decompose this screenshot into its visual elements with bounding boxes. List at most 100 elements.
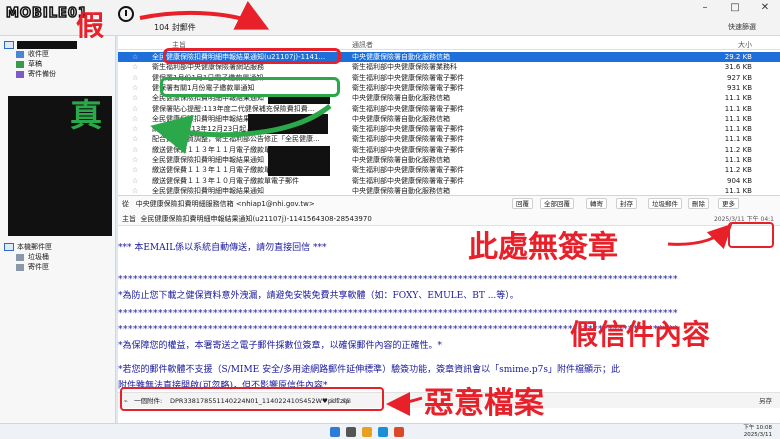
message-from: 中央健康保險署自動化服務信箱 [352,114,450,123]
message-from: 衛生福利部中央健康保險署電子郵件 [352,135,464,144]
browser-icon[interactable] [378,427,388,437]
close-button[interactable]: ✕ [750,2,780,18]
message-size: 29.2 KB [724,53,752,61]
message-row[interactable]: ☆ 繳送健保費１１３年１０月電子繳款單電子郵件 衛生福利部中央健康保險署電子郵件 90… [118,176,780,186]
message-row[interactable]: ☆ 配合員工工資調整，衛生福利部公告修正「全民健康... 衛生福利部中央健康保險署電… [118,134,780,144]
clock-date: 2025/3/11 [743,432,772,438]
star-icon[interactable]: ☆ [132,134,142,144]
star-icon[interactable]: ☆ [132,83,142,93]
body-separator: ****************************************… [118,309,678,319]
reply-button[interactable]: 回覆 [512,198,533,209]
redacted-account-name [17,41,77,49]
star-icon[interactable]: ☆ [132,145,142,155]
message-size: 11.1 KB [724,156,752,164]
drafts-icon [16,60,24,68]
trash-icon [16,253,24,261]
column-subject[interactable]: 主旨 [172,40,186,50]
body-line-auto-notice: *** 本EMAIL係以系統自動傳送，請勿直接回信 *** [118,243,327,253]
message-count: 104 封郵件 [154,23,196,32]
folder-outbox[interactable]: 寄件匣 [16,262,49,272]
archive-button[interactable]: 封存 [616,198,637,209]
message-size: 31.6 KB [724,63,752,72]
body-line-smime: *若您的郵件軟體不支援（S/MIME 安全/多用途網路郵件延伸標準）驗簽功能，簽… [118,365,621,375]
star-icon[interactable]: ☆ [132,114,142,124]
star-icon[interactable]: ☆ [132,73,142,83]
outbox-icon [16,263,24,271]
message-size: 927 KB [727,73,752,82]
message-from: 衛生福利部中央健康保險署電子郵件 [352,73,464,82]
redacted-folder-list [8,96,112,236]
mail-app-icon[interactable] [394,427,404,437]
body-line-signature: *為保障您的權益，本署寄送之電子郵件採數位簽章，以確保郵件內容的正確性。* [118,341,443,351]
star-icon[interactable]: ☆ [132,62,142,72]
message-size: 11.2 KB [724,166,752,175]
folder-drafts[interactable]: 草稿 [16,59,42,69]
explorer-icon[interactable] [362,427,372,437]
attachment-bar[interactable]: ⌁ 一個附件: DPR338178551140224N01_114022410S… [118,392,780,408]
star-icon[interactable]: ☆ [132,52,142,62]
system-clock[interactable]: 下午 10:08 2025/3/11 [743,425,772,439]
column-from[interactable]: 通訊者 [352,40,373,50]
message-row[interactable]: ☆ 全民健康保險扣費明細申報結果通知 中央健康保險署自動化服務信箱 11.1 KB [118,93,780,103]
quick-filter-button[interactable]: 快速篩選 [728,22,756,32]
message-row[interactable]: ☆ 全民健康保險扣費明細申報結果通知 中央健康保險署自動化服務信箱 11.1 KB [118,155,780,165]
message-row[interactable]: ☆ 健保署1月份1月1日電子繳款單通知 衛生福利部中央健康保險署電子郵件 927 KB [118,73,780,83]
inbox-icon [16,50,24,58]
maximize-button[interactable]: □ [720,2,750,18]
star-icon[interactable]: ☆ [132,155,142,165]
message-row[interactable]: ☆ 衛生福利部中央健康保險署網站服務 衛生福利部中央健康保險署業務科 31.6 KB [118,62,780,72]
folder-trash[interactable]: 垃圾桶 [16,252,49,262]
start-icon[interactable] [330,427,340,437]
taskbar: 下午 10:08 2025/3/11 [0,423,780,439]
message-body: *** 本EMAIL係以系統自動傳送，請勿直接回信 *** **********… [118,226,780,394]
local-folders-label: 本機郵件匣 [17,243,52,251]
folder-label: 寄件備份 [28,70,56,78]
message-from: 中央健康保險署自動化服務信箱 [352,156,450,164]
message-row[interactable]: ☆ 健保署有關1月份電子繳款單通知 衛生福利部中央健康保險署電子郵件 931 KB [118,83,780,93]
message-row[interactable]: ☆ 全民健康保險扣費明細申報結果通知 中央健康保險署自動化服務信箱 11.1 KB [118,114,780,124]
folder-inbox[interactable]: 收件匣 [16,49,49,59]
message-from: 衛生福利部中央健康保險署業務科 [352,63,457,72]
star-icon[interactable]: ☆ [132,124,142,134]
star-icon[interactable]: ☆ [132,165,142,175]
column-size[interactable]: 大小 [738,40,752,50]
folder-label: 垃圾桶 [28,253,49,261]
message-row[interactable]: ☆ 網路申辦【113年12月23日起，全民健康保... 衛生福利部中央健康保險署電子… [118,124,780,134]
star-icon[interactable]: ☆ [132,176,142,186]
body-line-warning: *為防止您下載之健保資料意外洩漏，請避免安裝免費共享軟體（如：FOXY、EMUL… [118,291,519,301]
body-separator: ****************************************… [118,325,678,335]
search-icon[interactable] [346,427,356,437]
folder-icon [4,243,14,251]
folder-sent[interactable]: 寄件備份 [16,69,56,79]
clock-time: 下午 10:08 [743,425,772,431]
message-from: 衛生福利部中央健康保險署電子郵件 [352,145,464,154]
folder-label: 草稿 [28,60,42,68]
message-from: 中央健康保險署自動化服務信箱 [352,94,450,103]
message-size: 11.1 KB [724,104,752,113]
junk-button[interactable]: 垃圾郵件 [648,198,682,209]
more-button[interactable]: 更多 [718,198,739,209]
attachment-filename[interactable]: DPR338178551140224N01_114022410S452W♥pdf… [170,393,349,409]
minimize-button[interactable]: – [690,2,720,18]
message-size: 11.1 KB [724,114,752,123]
from-value[interactable]: 中央健康保險扣費明細服務信箱 <nhiap1@nhi.gov.tw> [136,200,315,208]
from-field: 從 中央健康保險扣費明細服務信箱 <nhiap1@nhi.gov.tw> [122,199,315,209]
message-from: 衛生福利部中央健康保險署電子郵件 [352,176,464,185]
delete-button[interactable]: 刪除 [688,198,709,209]
star-icon[interactable]: ☆ [132,93,142,103]
save-attachment-button[interactable]: 另存 [759,393,772,409]
subject-field: 主旨 全民健康保險扣費明細申報結果通知(u21107j)-1141564308-… [122,214,372,224]
body-separator: ****************************************… [118,275,678,285]
reply-all-button[interactable]: 全部回覆 [540,198,574,209]
star-icon[interactable]: ☆ [132,104,142,114]
attachment-count: 一個附件: [134,397,163,405]
message-row[interactable]: ☆ 繳送健保費１１３年１１月電子繳款單電子郵件 衛生福利部中央健康保險署電子郵件 11… [118,165,780,175]
message-row[interactable]: ☆ 全民健康保險扣費明細申報結果通知(u21107j)-1141... 中央健康保險… [118,52,780,63]
message-date: 2025/3/11 下午 04:1 [713,216,774,223]
message-size: 931 KB [727,83,752,92]
message-row[interactable]: ☆ 繳送健保費１１３年１１月電子繳款單電子郵件 衛生福利部中央健康保險署電子郵件 11… [118,145,780,155]
redacted-block [268,146,330,176]
paperclip-icon: ⌁ [124,397,128,405]
message-row[interactable]: ☆ 健保署貼心提醒:113年度二代健保補充保險費扣費... 衛生福利部中央健康保險署… [118,104,780,114]
forward-button[interactable]: 轉寄 [586,198,607,209]
